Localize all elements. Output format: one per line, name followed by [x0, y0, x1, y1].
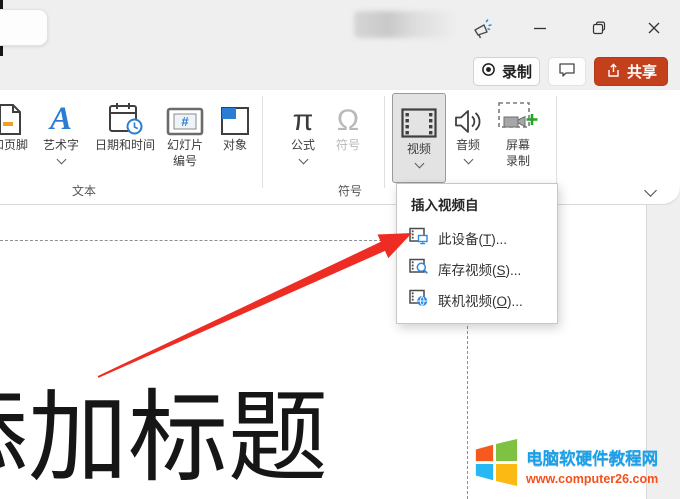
ribbon-item-datetime[interactable]: 日期和时间	[94, 94, 156, 152]
record-button-label: 录制	[502, 61, 532, 82]
ribbon-item-symbol[interactable]: Ω 符号	[326, 94, 370, 152]
watermark: 电脑软硬件教程网 www.computer26.com	[472, 436, 658, 495]
ribbon-item-object[interactable]: 对象	[212, 94, 258, 152]
record-icon	[481, 62, 496, 81]
watermark-text: 电脑软硬件教程网 www.computer26.com	[526, 445, 658, 486]
ribbon-group-text-label: 文本	[54, 182, 114, 199]
ribbon-item-slide-number[interactable]: # 幻灯片 编号	[162, 94, 208, 168]
restore-button[interactable]	[587, 16, 611, 40]
ribbon-item-video-active[interactable]: 视频	[392, 93, 446, 183]
menu-item-this-device-label: 此设备(T)...	[438, 228, 507, 248]
slide-title-placeholder[interactable]: 添加标题	[0, 386, 328, 491]
chevron-down-icon	[463, 155, 473, 165]
header-footer-label: 和页脚	[0, 138, 32, 152]
screen-record-icon	[492, 94, 544, 136]
watermark-site-url: www.computer26.com	[526, 472, 658, 486]
ribbon-insert-tab-panel: 和页脚 A 艺术字 日期和时间	[0, 90, 680, 205]
ribbon-item-screen-record[interactable]: 屏幕 录制	[492, 94, 544, 168]
slide-number-icon: #	[162, 94, 208, 136]
coming-soon-megaphone-icon[interactable]	[470, 16, 494, 40]
powerpoint-window: 录制 共享 和页脚	[0, 0, 680, 499]
minimize-button[interactable]	[528, 16, 552, 40]
ribbon-item-audio[interactable]: 音频	[446, 94, 490, 166]
share-button-label: 共享	[627, 61, 657, 82]
ribbon-item-formula[interactable]: π 公式	[281, 94, 325, 166]
blurred-account-name	[354, 11, 452, 38]
svg-text:#: #	[181, 114, 189, 129]
ribbon-item-header-footer[interactable]: 和页脚	[0, 94, 32, 152]
chevron-down-icon	[414, 159, 424, 169]
video-this-device-icon	[409, 227, 429, 248]
audio-label: 音频	[446, 138, 490, 152]
video-stock-icon	[409, 258, 429, 279]
ribbon-separator	[262, 96, 263, 188]
insert-video-menu-header: 插入视频自	[397, 191, 557, 222]
watermark-site-name: 电脑软硬件教程网	[526, 445, 658, 469]
wordart-label: 艺术字	[38, 138, 84, 152]
collapse-ribbon-chevron-icon[interactable]	[646, 182, 655, 200]
menu-item-online-video-label: 联机视频(O)...	[438, 290, 523, 310]
video-filmstrip-icon	[401, 94, 437, 138]
ribbon-separator	[384, 96, 385, 188]
video-online-icon	[409, 289, 429, 310]
datetime-label: 日期和时间	[94, 138, 156, 152]
symbol-omega-icon: Ω	[326, 94, 370, 136]
screen-record-label-line1: 屏幕	[492, 138, 544, 152]
share-icon	[605, 62, 621, 82]
windows-flag-logo	[472, 436, 520, 495]
symbol-label: 符号	[326, 138, 370, 152]
comment-bubble-icon	[558, 62, 576, 82]
close-button[interactable]	[642, 16, 666, 40]
window-tab-stub	[0, 9, 48, 46]
chevron-down-icon	[56, 155, 66, 165]
ribbon-separator	[556, 96, 557, 188]
screen-record-label-line2: 录制	[492, 154, 544, 168]
slide-number-label-line1: 幻灯片	[162, 138, 208, 152]
placeholder-border-right	[467, 316, 468, 499]
object-icon	[212, 94, 258, 136]
slide-number-label-line2: 编号	[162, 154, 208, 168]
date-time-icon	[94, 94, 156, 136]
menu-item-stock-videos[interactable]: 库存视频(S)...	[397, 253, 557, 284]
menu-item-stock-videos-label: 库存视频(S)...	[438, 259, 521, 279]
header-footer-icon	[0, 94, 32, 136]
menu-item-this-device[interactable]: 此设备(T)...	[397, 222, 557, 253]
comments-button[interactable]	[548, 57, 586, 86]
insert-video-menu: 插入视频自 此设备(T)... 库存视	[396, 183, 558, 324]
audio-speaker-icon	[446, 94, 490, 136]
share-button[interactable]: 共享	[594, 57, 668, 86]
formula-pi-icon: π	[281, 94, 325, 136]
menu-item-online-video[interactable]: 联机视频(O)...	[397, 284, 557, 315]
object-label: 对象	[212, 138, 258, 152]
ribbon-group-symbols-label: 符号	[320, 182, 380, 199]
ribbon-item-wordart[interactable]: A 艺术字	[38, 94, 84, 166]
placeholder-border-top	[0, 240, 397, 241]
video-label: 视频	[407, 140, 431, 157]
formula-label: 公式	[281, 138, 325, 152]
wordart-icon: A	[38, 94, 84, 136]
chevron-down-icon	[298, 155, 308, 165]
record-button[interactable]: 录制	[473, 57, 540, 86]
